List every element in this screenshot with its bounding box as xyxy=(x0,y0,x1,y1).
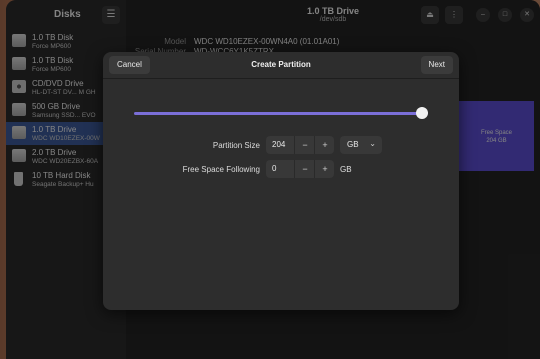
free-space-following-value: 0 xyxy=(272,164,277,173)
partition-size-stepper[interactable]: 204 − + xyxy=(266,136,334,154)
free-space-following-label: Free Space Following xyxy=(182,165,260,174)
size-slider-track[interactable] xyxy=(134,112,428,115)
dialog-header: Cancel Create Partition Next xyxy=(103,52,459,79)
minus-icon[interactable]: − xyxy=(294,160,315,178)
dialog-title: Create Partition xyxy=(251,60,311,69)
unit-dropdown[interactable]: GB ⌄ xyxy=(340,136,382,154)
partition-size-value: 204 xyxy=(272,140,286,149)
minus-icon[interactable]: − xyxy=(294,136,315,154)
unit-value: GB xyxy=(347,140,359,149)
disks-window: Disks ☰ 1.0 TB Disk Force MP600 1.0 TB D… xyxy=(6,0,540,359)
free-space-following-unit: GB xyxy=(340,165,352,174)
plus-icon[interactable]: + xyxy=(314,160,335,178)
plus-icon[interactable]: + xyxy=(314,136,335,154)
create-partition-dialog: Cancel Create Partition Next Partition S… xyxy=(103,52,459,310)
partition-size-label: Partition Size xyxy=(212,141,260,150)
size-slider-handle[interactable] xyxy=(416,107,429,119)
free-space-following-stepper[interactable]: 0 − + xyxy=(266,160,334,178)
next-button[interactable]: Next xyxy=(420,56,453,74)
chevron-down-icon: ⌄ xyxy=(369,139,376,148)
